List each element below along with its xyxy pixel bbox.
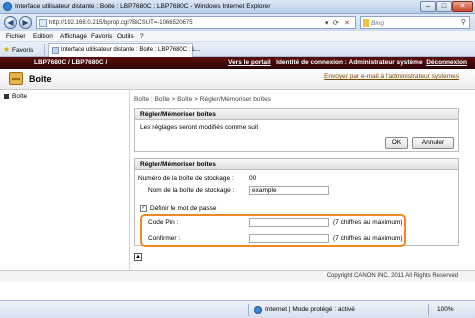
device-model: LBP7680C / LBP7680C / — [34, 59, 108, 66]
divider — [428, 304, 429, 316]
status-bar: Internet | Mode protégé : activé 100% — [0, 300, 475, 318]
menu-favoris[interactable]: Favoris — [91, 33, 112, 40]
back-button[interactable]: ◀ — [4, 16, 17, 29]
refresh-icon[interactable]: ⟳ — [333, 19, 339, 27]
url-text: http://192.168.0.215/bprop.cgi?BiCSUT=-1… — [49, 19, 193, 26]
portal-link[interactable]: Vers le portail — [228, 59, 271, 66]
device-header-bar: LBP7680C / LBP7680C / Vers le portail Id… — [0, 57, 475, 69]
ok-button[interactable]: OK — [385, 137, 408, 149]
sidebar: Boîte — [0, 90, 130, 270]
search-placeholder: Bing — [371, 19, 385, 27]
maximize-button[interactable]: □ — [436, 1, 452, 12]
url-field[interactable]: http://192.168.0.215/bprop.cgi?BiCSUT=-1… — [36, 16, 356, 29]
sidebar-item-boite[interactable]: Boîte — [2, 92, 126, 102]
password-fields-highlight — [140, 214, 406, 247]
logout-link[interactable]: Déconnexion — [426, 59, 467, 66]
forward-button[interactable]: ▶ — [19, 16, 32, 29]
cancel-button[interactable]: Annuler — [412, 137, 454, 149]
page-title: Boîte — [29, 74, 52, 84]
divider — [44, 44, 45, 55]
menu-edition[interactable]: Edition — [33, 33, 53, 40]
star-icon: ★ — [3, 45, 11, 54]
address-bar: ◀ ▶ http://192.168.0.215/bprop.cgi?BiCSU… — [0, 14, 475, 31]
bing-icon — [363, 19, 369, 27]
password-checkbox-label: Définir le mot de passe — [150, 205, 217, 212]
tab-page-icon — [52, 47, 59, 54]
security-zone[interactable]: Internet | Mode protégé : activé — [265, 306, 355, 313]
menu-affichage[interactable]: Affichage — [60, 33, 87, 40]
box-name-label: Nom de la boîte de stockage : — [148, 187, 235, 194]
email-admin-link[interactable]: Envoyer par e-mail à l'administrateur sy… — [324, 73, 459, 80]
password-checkbox[interactable]: ✓ — [140, 205, 147, 212]
favorites-bar: ★ Favoris Interface utilisateur distante… — [0, 42, 475, 57]
copyright-text: Copyright CANON INC. 2011 All Rights Res… — [326, 273, 458, 279]
box-number-value: 00 — [249, 175, 257, 182]
scroll-to-top-icon[interactable]: ▲ — [134, 253, 142, 261]
copyright-bar: Copyright CANON INC. 2011 All Rights Res… — [0, 270, 475, 282]
stop-icon[interactable]: ✕ — [344, 19, 350, 27]
favorites-label: Favoris — [11, 47, 34, 54]
mailbox-icon — [9, 72, 23, 85]
panel-heading: Régler/Mémoriser boîtes — [135, 159, 458, 170]
window-titlebar: Interface utilisateur distante : Boite :… — [0, 0, 475, 14]
menu-bar: Fichier Edition Affichage Favoris Outils… — [0, 31, 475, 42]
dropdown-icon[interactable]: ▾ — [325, 19, 329, 27]
tab-title: Interface utilisateur distante : Boite :… — [61, 47, 201, 53]
menu-fichier[interactable]: Fichier — [6, 33, 26, 40]
divider — [248, 304, 249, 316]
confirmation-message: Les réglages seront modifiés comme suit — [140, 124, 259, 131]
browser-tab[interactable]: Interface utilisateur distante : Boite :… — [48, 43, 200, 57]
panel-heading: Régler/Mémoriser boîtes — [135, 109, 458, 120]
search-input[interactable]: Bing ⚲ — [360, 16, 470, 29]
menu-help[interactable]: ? — [140, 33, 144, 40]
zoom-level[interactable]: 100% — [437, 306, 454, 313]
sidebar-item-label: Boîte — [12, 93, 28, 100]
search-icon[interactable]: ⚲ — [461, 18, 466, 26]
square-bullet-icon — [4, 94, 9, 99]
favorites-button[interactable]: ★ Favoris — [3, 45, 33, 54]
breadcrumb: Boîte : Boîte > Boîte > Régler/Mémoriser… — [134, 96, 271, 103]
close-window-button[interactable]: ✕ — [452, 1, 473, 12]
box-number-label: Numéro de la boîte de stockage : — [138, 175, 234, 182]
menu-outils[interactable]: Outils — [117, 33, 134, 40]
minimize-button[interactable]: – — [420, 1, 436, 12]
header-links: Vers le portail Identité de connexion : … — [228, 59, 467, 66]
confirmation-panel: Régler/Mémoriser boîtes Les réglages ser… — [134, 108, 459, 152]
internet-explorer-icon — [3, 2, 12, 11]
box-name-input[interactable]: example — [249, 186, 329, 195]
page-icon — [39, 19, 47, 27]
login-info: Identité de connexion : Administrateur s… — [276, 59, 423, 66]
page-blank-area — [0, 282, 475, 300]
page-header: Boîte Envoyer par e-mail à l'administrat… — [0, 69, 475, 90]
window-title: Interface utilisateur distante : Boite :… — [15, 3, 271, 10]
globe-icon — [254, 306, 262, 314]
